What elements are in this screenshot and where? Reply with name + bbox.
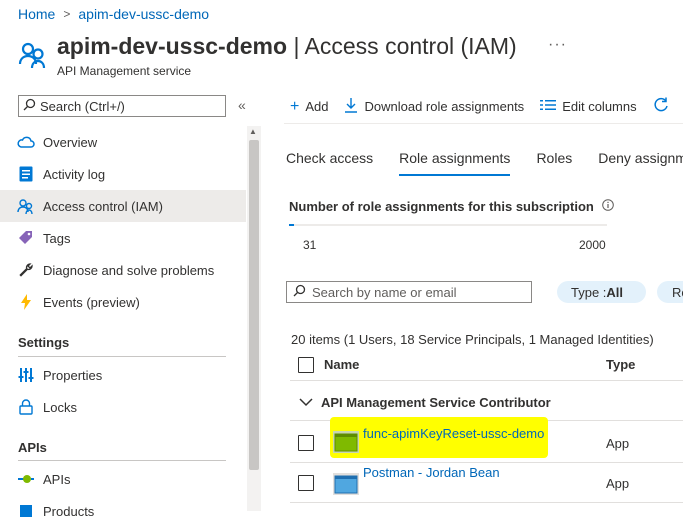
- scroll-up-arrow-icon[interactable]: ▲: [249, 127, 257, 136]
- row-checkbox[interactable]: [298, 435, 314, 451]
- role-assignment-count-heading: Number of role assignments for this subs…: [289, 199, 614, 214]
- stat-title-text: Number of role assignments for this subs…: [289, 199, 594, 214]
- sidebar-item-label: Properties: [43, 367, 103, 383]
- lock-icon: [17, 398, 35, 416]
- products-icon: [17, 502, 35, 520]
- sidebar-item-label: Products: [43, 503, 95, 519]
- column-header-type[interactable]: Type: [606, 357, 635, 372]
- select-all-checkbox[interactable]: [298, 357, 314, 373]
- sidebar-item-label: APIs: [43, 471, 71, 487]
- breadcrumb-resource-link[interactable]: apim-dev-ussc-demo: [78, 6, 209, 22]
- search-by-name-input[interactable]: Search by name or email: [286, 281, 532, 303]
- sidebar-item-access-control[interactable]: Access control (IAM): [0, 190, 246, 222]
- api-icon: [17, 470, 35, 488]
- role-assignment-progress-track: [289, 224, 607, 226]
- download-role-assignments-button[interactable]: Download role assignments: [344, 97, 524, 116]
- role-assignment-progress-fill: [289, 224, 294, 226]
- row-checkbox[interactable]: [298, 475, 314, 491]
- sidebar-search-input[interactable]: Search (Ctrl+/): [18, 95, 226, 117]
- sidebar-item-locks[interactable]: Locks: [0, 391, 246, 423]
- collapse-sidebar-button[interactable]: «: [238, 97, 246, 113]
- search-placeholder: Search by name or email: [312, 284, 457, 300]
- command-bar: + Add Download role assignments Edit col…: [290, 97, 683, 116]
- role-filter-label: Ro: [672, 284, 683, 300]
- table-row-type: App: [606, 436, 630, 451]
- sidebar-item-events[interactable]: Events (preview): [0, 286, 246, 318]
- divider: [284, 123, 683, 124]
- sidebar-item-label: Access control (IAM): [43, 198, 163, 214]
- add-button-label: Add: [305, 99, 329, 114]
- download-button-label: Download role assignments: [364, 99, 525, 114]
- column-header-name[interactable]: Name: [324, 357, 359, 372]
- info-icon[interactable]: [602, 199, 614, 214]
- plus-icon: +: [290, 97, 300, 115]
- tag-icon: [17, 229, 35, 247]
- lightning-icon: [17, 293, 35, 311]
- role-assignment-limit: 2000: [579, 238, 606, 252]
- app-registration-icon: [333, 473, 359, 495]
- people-icon: [18, 40, 48, 70]
- divider: [290, 502, 683, 503]
- sidebar-item-tags[interactable]: Tags: [0, 222, 246, 254]
- breadcrumb-home-link[interactable]: Home: [18, 6, 55, 22]
- refresh-icon: [653, 97, 669, 116]
- role-filter-pill[interactable]: Ro: [657, 281, 683, 303]
- refresh-button[interactable]: [653, 97, 669, 116]
- tab-roles[interactable]: Roles: [536, 150, 572, 176]
- sidebar-item-label: Events (preview): [43, 294, 140, 310]
- properties-icon: [17, 366, 35, 384]
- table-row-name-link[interactable]: Postman - Jordan Bean: [363, 465, 500, 480]
- breadcrumb: Home > apim-dev-ussc-demo: [18, 6, 209, 22]
- page-title: apim-dev-ussc-demo | Access control (IAM…: [57, 33, 517, 59]
- sidebar-item-overview[interactable]: Overview: [0, 126, 246, 158]
- sidebar-item-label: Tags: [43, 230, 71, 246]
- type-filter-pill[interactable]: Type : All: [557, 281, 646, 303]
- divider: [18, 460, 226, 461]
- role-group-header[interactable]: API Management Service Contributor: [299, 395, 551, 410]
- activity-log-icon: [17, 165, 35, 183]
- tab-role-assignments[interactable]: Role assignments: [399, 150, 511, 176]
- search-icon: [23, 98, 36, 114]
- sidebar-item-label: Overview: [43, 134, 98, 150]
- sidebar-item-activity-log[interactable]: Activity log: [0, 158, 246, 190]
- divider: [290, 462, 683, 463]
- divider: [18, 356, 226, 357]
- chevron-down-icon: [299, 395, 313, 410]
- tab-bar: Check access Role assignments Roles Deny…: [286, 150, 683, 176]
- add-button[interactable]: + Add: [290, 98, 328, 116]
- sidebar-item-products[interactable]: Products: [0, 495, 246, 527]
- item-count: 20 items (1 Users, 18 Service Principals…: [291, 332, 654, 347]
- sidebar-item-apis[interactable]: APIs: [0, 463, 246, 495]
- sidebar-scrollbar-thumb[interactable]: [249, 140, 259, 470]
- search-icon: [293, 284, 306, 300]
- sidebar-item-diagnose[interactable]: Diagnose and solve problems: [0, 254, 246, 286]
- chevron-right-icon: >: [63, 7, 71, 21]
- table-row-type: App: [606, 476, 630, 491]
- type-filter-label: Type :: [571, 284, 607, 300]
- cloud-icon: [17, 133, 35, 151]
- columns-icon: [540, 99, 557, 114]
- people-icon: [17, 197, 35, 215]
- type-filter-value: All: [606, 284, 624, 300]
- edit-columns-label: Edit columns: [562, 99, 637, 114]
- more-options-button[interactable]: ···: [548, 36, 567, 54]
- sidebar-item-properties[interactable]: Properties: [0, 359, 246, 391]
- sidebar-item-label: Locks: [43, 399, 77, 415]
- sidebar-search-placeholder: Search (Ctrl+/): [40, 98, 125, 114]
- tab-check-access[interactable]: Check access: [286, 150, 373, 176]
- edit-columns-button[interactable]: Edit columns: [540, 99, 637, 114]
- role-assignment-current: 31: [303, 238, 317, 252]
- page-subtitle: API Management service: [57, 64, 192, 78]
- tab-deny-assignments[interactable]: Deny assignments: [598, 150, 683, 176]
- apis-heading: APIs: [18, 440, 47, 455]
- sidebar-item-label: Diagnose and solve problems: [43, 262, 215, 278]
- function-app-icon: [333, 431, 359, 453]
- role-group-label: API Management Service Contributor: [321, 395, 551, 410]
- wrench-icon: [17, 261, 35, 279]
- settings-heading: Settings: [18, 335, 70, 350]
- download-icon: [344, 97, 358, 116]
- sidebar-item-label: Activity log: [43, 166, 106, 182]
- table-row-name-link[interactable]: func-apimKeyReset-ussc-demo: [363, 426, 544, 441]
